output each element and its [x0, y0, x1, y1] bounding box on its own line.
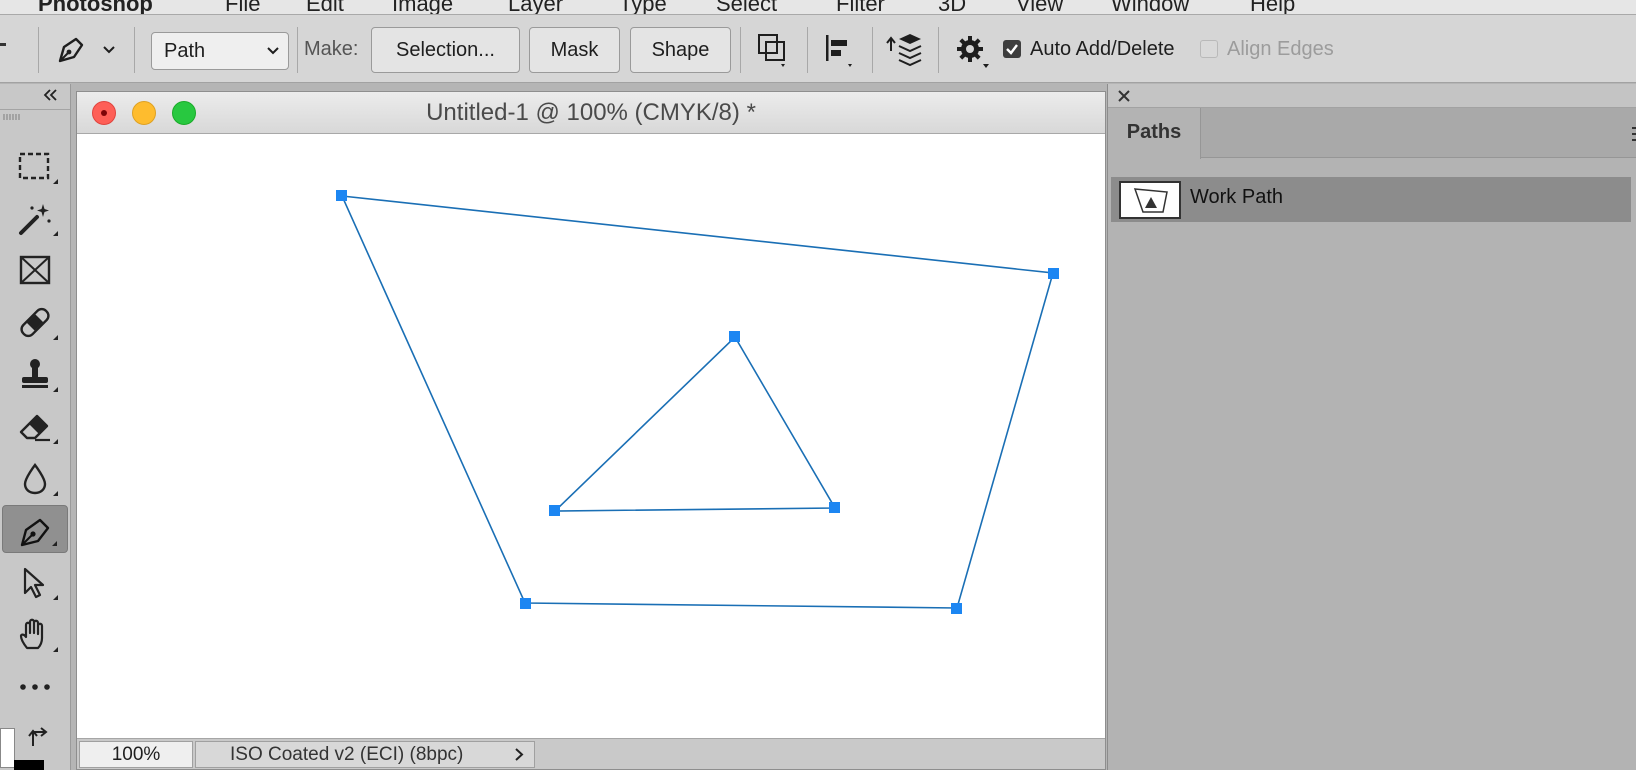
- align-edges-checkbox[interactable]: [1200, 40, 1218, 58]
- tool-blur[interactable]: [2, 454, 68, 502]
- tool-more[interactable]: [2, 662, 68, 710]
- panel-menu-icon[interactable]: [1632, 126, 1636, 142]
- tab-paths[interactable]: Paths: [1108, 108, 1201, 159]
- work-path-drawing: [336, 190, 1059, 614]
- menu-edit[interactable]: Edit: [306, 0, 344, 14]
- path-thumbnail: [1119, 181, 1181, 219]
- tool-magic-wand[interactable]: [2, 194, 68, 242]
- path-name: Work Path: [1190, 186, 1283, 208]
- clone-stamp-icon: [22, 359, 48, 388]
- panel-header: [1108, 84, 1636, 108]
- pen-tool-preset-icon[interactable]: [54, 33, 88, 67]
- auto-add-delete-label[interactable]: Auto Add/Delete: [1030, 38, 1175, 61]
- tool-path-selection[interactable]: [2, 558, 68, 606]
- outer-path-shape[interactable]: [340, 195, 1055, 609]
- tool-mode-select[interactable]: Path: [151, 32, 289, 70]
- swap-colors-icon[interactable]: [27, 726, 51, 750]
- make-mask-button[interactable]: Mask: [529, 27, 620, 73]
- tool-pen[interactable]: [2, 505, 68, 553]
- inner-triangle-path-shape[interactable]: [552, 335, 837, 512]
- frame-icon: [19, 255, 51, 285]
- document-title: Untitled-1 @ 100% (CMYK/8) *: [426, 99, 756, 126]
- zoom-level-field[interactable]: 100%: [79, 741, 193, 768]
- chevron-down-icon: [266, 33, 280, 81]
- divider: [38, 27, 39, 73]
- pen-icon: [20, 518, 50, 547]
- path-operations-icon[interactable]: [755, 31, 791, 69]
- menu-window[interactable]: Window: [1111, 0, 1189, 14]
- document-status-bar: 100% ISO Coated v2 (ECI) (8bpc): [77, 738, 1105, 769]
- menu-type[interactable]: Type: [619, 0, 667, 14]
- paths-panel: Paths Work Path: [1107, 84, 1636, 770]
- tool-eraser[interactable]: [2, 402, 68, 450]
- menu-3d[interactable]: 3D: [938, 0, 966, 14]
- blur-icon: [23, 463, 47, 495]
- path-arrangement-icon[interactable]: [885, 29, 925, 69]
- menu-layer[interactable]: Layer: [508, 0, 563, 14]
- divider: [297, 27, 298, 73]
- tool-healing-brush[interactable]: [2, 298, 68, 346]
- tool-clone-stamp[interactable]: [2, 350, 68, 398]
- tool-rectangular-marquee[interactable]: [2, 142, 68, 190]
- chevron-down-icon[interactable]: [102, 45, 116, 55]
- anchor-point[interactable]: [951, 603, 962, 614]
- divider: [807, 27, 808, 73]
- eraser-icon: [19, 414, 50, 442]
- document-canvas[interactable]: [77, 134, 1105, 730]
- menu-filter[interactable]: Filter: [836, 0, 885, 14]
- make-shape-button[interactable]: Shape: [630, 27, 731, 73]
- magic-wand-icon: [19, 204, 51, 235]
- menu-bar: Photoshop File Edit Image Layer Type Sel…: [0, 0, 1636, 15]
- path-selection-icon: [23, 567, 45, 599]
- make-label: Make:: [304, 38, 359, 60]
- collapse-panel-icon[interactable]: [42, 88, 58, 102]
- chevron-right-icon[interactable]: [514, 742, 524, 770]
- hand-icon: [19, 618, 44, 650]
- path-alignment-icon[interactable]: [822, 31, 858, 69]
- anchor-point[interactable]: [336, 190, 347, 201]
- divider: [740, 27, 741, 73]
- align-edges-label[interactable]: Align Edges: [1227, 38, 1334, 61]
- toolbox: [0, 84, 71, 770]
- divider: [872, 27, 873, 73]
- gear-icon[interactable]: [955, 34, 991, 70]
- anchor-point[interactable]: [520, 598, 531, 609]
- document-title-bar[interactable]: Untitled-1 @ 100% (CMYK/8) *: [77, 92, 1105, 134]
- tool-mode-value: Path: [164, 40, 206, 62]
- close-icon[interactable]: [1117, 89, 1131, 103]
- anchor-point[interactable]: [829, 502, 840, 513]
- healing-brush-icon: [20, 307, 50, 338]
- anchor-point[interactable]: [1048, 268, 1059, 279]
- divider: [938, 27, 939, 73]
- path-list-item[interactable]: Work Path: [1111, 177, 1631, 222]
- color-profile-text: ISO Coated v2 (ECI) (8bpc): [230, 744, 464, 765]
- menu-app-name[interactable]: Photoshop: [38, 0, 153, 14]
- tool-frame[interactable]: [2, 246, 68, 294]
- options-bar-grip: [0, 43, 6, 46]
- anchor-point[interactable]: [729, 331, 740, 342]
- photoshop-window: Photoshop File Edit Image Layer Type Sel…: [0, 0, 1636, 770]
- panel-tab-bar: Paths: [1108, 108, 1636, 159]
- divider: [0, 109, 70, 110]
- more-tools-icon: [20, 684, 50, 690]
- options-bar: Path Make: Selection... Mask Shape Auto …: [0, 15, 1636, 83]
- foreground-color-swatch[interactable]: [14, 760, 44, 770]
- work-path-thumbnail-icon: [1133, 188, 1168, 213]
- menu-file[interactable]: File: [225, 0, 260, 14]
- document-window: Untitled-1 @ 100% (CMYK/8) * 100% ISO Co…: [76, 91, 1106, 770]
- make-selection-button[interactable]: Selection...: [371, 27, 520, 73]
- auto-add-delete-checkbox[interactable]: [1003, 40, 1021, 58]
- menu-select[interactable]: Select: [716, 0, 777, 14]
- divider: [134, 27, 135, 73]
- document-info-field[interactable]: ISO Coated v2 (ECI) (8bpc): [195, 741, 535, 768]
- menu-help[interactable]: Help: [1250, 0, 1295, 14]
- tool-hand[interactable]: [2, 610, 68, 658]
- menu-image[interactable]: Image: [392, 0, 453, 14]
- grip-icon[interactable]: [2, 113, 22, 121]
- background-color-swatch[interactable]: [0, 728, 15, 768]
- menu-view[interactable]: View: [1016, 0, 1063, 14]
- rectangular-marquee-icon: [18, 152, 50, 180]
- anchor-point[interactable]: [549, 505, 560, 516]
